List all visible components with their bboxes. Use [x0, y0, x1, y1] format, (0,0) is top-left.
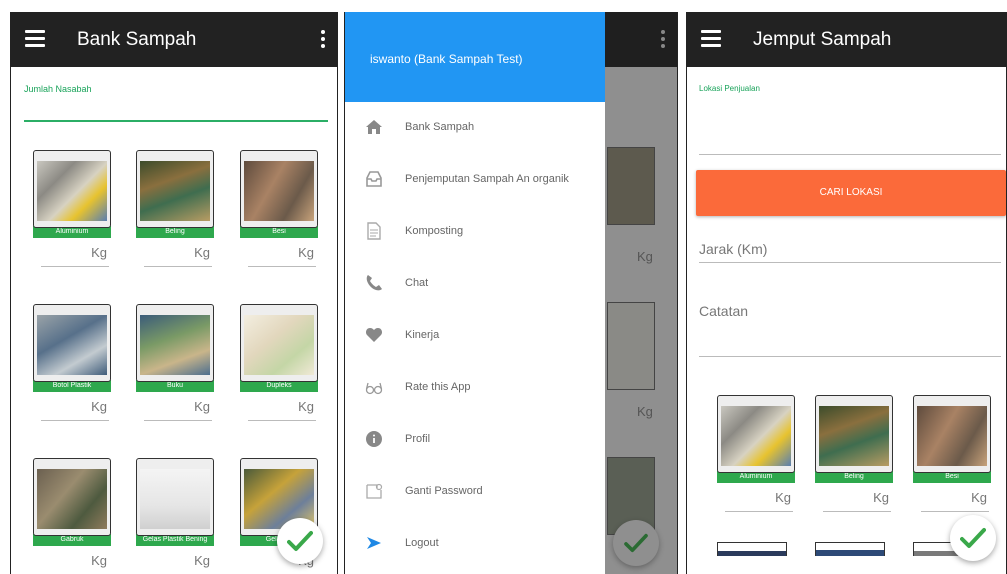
waste-item[interactable]: Beling — [136, 150, 216, 238]
phone-icon — [365, 274, 383, 292]
screen-jemput-sampah: Jemput Sampah Lokasi Penjualan CARI LOKA… — [686, 12, 1007, 574]
cari-lokasi-button[interactable]: CARI LOKASI — [696, 170, 1006, 216]
weight-input-kg[interactable]: Kg — [41, 245, 109, 267]
waste-item[interactable]: Botol Plastik — [33, 304, 113, 392]
app-bar: Jemput Sampah — [687, 12, 1006, 67]
lokasi-penjualan-input[interactable] — [699, 154, 1001, 155]
waste-item[interactable]: Besi — [240, 150, 320, 238]
weight-input-kg[interactable]: Kg — [823, 490, 891, 512]
page-title: Bank Sampah — [77, 29, 197, 50]
waste-item[interactable]: Aluminium — [33, 150, 113, 238]
catatan-underline — [699, 356, 1001, 357]
waste-item-image[interactable] — [136, 150, 214, 228]
drawer-item-label: Chat — [405, 277, 429, 289]
home-icon — [365, 118, 383, 136]
waste-item-image[interactable] — [240, 304, 318, 382]
waste-item-image[interactable] — [136, 458, 214, 536]
drawer-item-label: Bank Sampah — [405, 121, 475, 133]
lokasi-penjualan-label: Lokasi Penjualan — [699, 84, 760, 93]
user-name: iswanto (Bank Sampah Test) — [370, 52, 523, 66]
dimmed-thumb — [607, 147, 655, 225]
submit-fab[interactable] — [950, 515, 996, 561]
app-bar: Bank Sampah — [11, 12, 337, 67]
drawer-item-logout[interactable]: Logout — [345, 518, 605, 570]
drawer-item-label: Komposting — [405, 225, 464, 237]
drawer-item-kinerja[interactable]: Kinerja — [345, 310, 605, 362]
screen-bank-sampah: Bank Sampah Jumlah Nasabah Aluminium Kg Be… — [10, 12, 338, 574]
drawer-item-label: Logout — [405, 537, 439, 549]
inbox-icon — [365, 170, 383, 188]
checkmark-icon — [624, 533, 648, 553]
waste-item-image[interactable] — [913, 395, 991, 473]
waste-item-image[interactable] — [33, 304, 111, 382]
drawer-item-label: Profil — [405, 433, 431, 445]
logout-arrow-icon — [365, 534, 383, 552]
drawer-item-penjemputan-sampah-an-organik[interactable]: Penjemputan Sampah An organik — [345, 154, 605, 206]
checkmark-icon — [287, 531, 313, 551]
waste-item[interactable]: Besi — [913, 395, 993, 483]
document-icon — [365, 222, 383, 240]
password-icon — [365, 482, 383, 500]
drawer-item-ganti-password[interactable]: Ganti Password — [345, 466, 605, 518]
jarak-underline — [699, 262, 1001, 263]
weight-input-kg[interactable]: Kg — [921, 490, 989, 512]
hamburger-menu-icon[interactable] — [25, 30, 45, 48]
waste-item[interactable]: Buku — [136, 304, 216, 392]
dimmed-kg: Kg — [637, 249, 653, 264]
waste-item[interactable]: Dupleks — [240, 304, 320, 392]
dimmed-kg: Kg — [637, 404, 653, 419]
waste-item[interactable]: Gelas Plastik Bening — [136, 458, 216, 546]
partial-thumb — [717, 542, 787, 556]
drawer-item-label: Penjemputan Sampah An organik — [405, 173, 569, 185]
waste-item-image[interactable] — [717, 395, 795, 473]
waste-item-image[interactable] — [240, 150, 318, 228]
waste-item-image[interactable] — [136, 304, 214, 382]
drawer-item-rate-this-app[interactable]: Rate this App — [345, 362, 605, 414]
drawer-item-bank-sampah[interactable]: Bank Sampah — [345, 102, 605, 154]
drawer-item-label: Kinerja — [405, 329, 440, 341]
dimmed-thumb — [607, 302, 655, 390]
waste-item[interactable]: Aluminium — [717, 395, 797, 483]
weight-input-kg[interactable]: Kg — [248, 245, 316, 267]
submit-fab[interactable] — [277, 518, 323, 564]
drawer-item-komposting[interactable]: Komposting — [345, 206, 605, 258]
waste-item[interactable]: Beling — [815, 395, 895, 483]
glasses-icon — [365, 378, 383, 396]
partial-thumb — [815, 542, 885, 556]
waste-item-image[interactable] — [815, 395, 893, 473]
drawer-header: iswanto (Bank Sampah Test) — [345, 12, 605, 102]
weight-input-kg[interactable]: Kg — [41, 399, 109, 421]
weight-input-kg[interactable]: Kg — [144, 399, 212, 421]
weight-input-kg[interactable]: Kg — [41, 553, 109, 574]
waste-item-image[interactable] — [33, 150, 111, 228]
waste-item[interactable]: Gabruk — [33, 458, 113, 546]
navigation-drawer: iswanto (Bank Sampah Test) Bank Sampah Pe… — [345, 12, 605, 574]
checkmark-icon — [960, 528, 986, 548]
weight-input-kg[interactable]: Kg — [725, 490, 793, 512]
drawer-item-label: Ganti Password — [405, 485, 483, 497]
drawer-item-chat[interactable]: Chat — [345, 258, 605, 310]
weight-input-kg[interactable]: Kg — [144, 553, 212, 574]
weight-input-kg[interactable]: Kg — [248, 399, 316, 421]
waste-item-image[interactable] — [33, 458, 111, 536]
hamburger-menu-icon[interactable] — [701, 30, 721, 48]
drawer-item-label: Rate this App — [405, 381, 471, 393]
catatan-field[interactable]: Catatan — [699, 303, 748, 319]
drawer-item-profil[interactable]: Profil — [345, 414, 605, 466]
dimmed-fab — [613, 520, 659, 566]
jumlah-nasabah-label: Jumlah Nasabah — [24, 84, 92, 94]
overflow-menu-icon — [661, 30, 665, 48]
page-title: Jemput Sampah — [753, 29, 892, 50]
heart-icon — [365, 326, 383, 344]
overflow-menu-icon[interactable] — [321, 30, 325, 48]
dimmed-app-bar — [605, 12, 677, 67]
screen-navigation-drawer: Kg Kg iswanto (Bank Sampah Test) Bank Sa… — [344, 12, 678, 574]
jarak-field[interactable]: Jarak (Km) — [699, 241, 767, 257]
weight-input-kg[interactable]: Kg — [144, 245, 212, 267]
info-icon — [365, 430, 383, 448]
jumlah-nasabah-input[interactable] — [24, 120, 328, 122]
